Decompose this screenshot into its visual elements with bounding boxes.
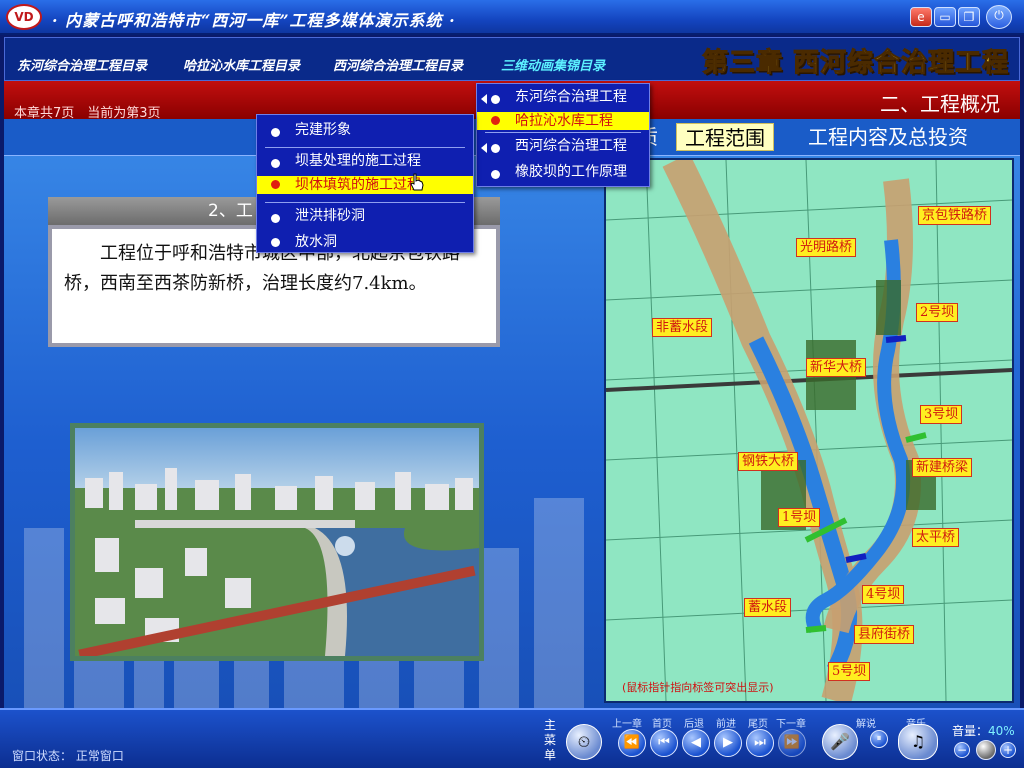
content-area: 质 工程范围 工程内容及总投资 2、工 工程位于呼和浩特市城区中部，北起京包铁路… <box>4 119 1020 708</box>
volume-knob-icon[interactable] <box>976 740 996 760</box>
music-button[interactable]: ♫ <box>898 724 938 760</box>
label-narration: 解说 <box>856 719 876 730</box>
label-last-page: 尾页 <box>748 719 768 730</box>
status-value: 正常窗口 <box>75 749 124 763</box>
window-button[interactable]: ❐ <box>958 7 980 27</box>
label-next-chapter: 下一章 <box>776 719 806 730</box>
map-label-non-storage[interactable]: 非蓄水段 <box>652 318 713 337</box>
nav-halaqin-reservoir[interactable]: 哈拉沁水库工程目录 <box>183 55 300 74</box>
map-label-taiping-bridge[interactable]: 太平桥 <box>912 528 960 547</box>
map-label-dam-1[interactable]: 1号坝 <box>778 508 821 527</box>
bullet-icon <box>271 180 280 189</box>
last-page-button[interactable]: ⏭ <box>746 729 774 757</box>
menu-divider <box>265 147 465 148</box>
label-first-page: 首页 <box>652 719 672 730</box>
bullet-icon <box>491 116 500 125</box>
nav-west-river[interactable]: 西河综合治理工程目录 <box>333 55 463 74</box>
map-label-dam-4[interactable]: 4号坝 <box>862 585 905 604</box>
map-label-storage[interactable]: 蓄水段 <box>744 598 792 617</box>
submenu-item-outlet[interactable]: 放水洞 <box>257 231 473 253</box>
control-bar: 窗口状态： 正常窗口 主菜单 ⏲ 上一章 首页 后退 前进 尾页 下一章 ⏪ ⏮… <box>0 708 1024 768</box>
first-page-button[interactable]: ⏮ <box>650 729 678 757</box>
label-prev-chapter: 上一章 <box>612 719 642 730</box>
bullet-icon <box>271 214 280 223</box>
volume-readout: 音量：40% <box>952 722 1015 739</box>
app-logo: VD <box>6 4 42 30</box>
main-menu-label: 主菜单 <box>544 718 557 762</box>
catalog-nav: 东河综合治理工程目录 哈拉沁水库工程目录 西河综合治理工程目录 三维动画集锦目录… <box>4 37 1020 81</box>
map-label-guangming-bridge[interactable]: 光明路桥 <box>796 238 857 257</box>
menu-divider <box>265 202 465 203</box>
next-chapter-button[interactable]: ⏩ <box>778 729 806 757</box>
window-status: 窗口状态： 正常窗口 <box>12 747 124 764</box>
bullet-icon <box>271 128 280 137</box>
submenu-arrow-icon <box>481 94 487 104</box>
title-bar: VD · 内蒙古呼和浩特市“西河一库”工程多媒体演示系统 · e ▭ ❐ ⏻ <box>0 0 1024 35</box>
bullet-icon <box>491 144 500 153</box>
nav-3d-animation[interactable]: 三维动画集锦目录 <box>501 55 605 74</box>
menu-item-label: 泄洪排砂洞 <box>295 208 365 224</box>
power-button[interactable]: ⏻ <box>986 5 1012 29</box>
tab-content-investment[interactable]: 工程内容及总投资 <box>800 123 976 151</box>
menu-item-label: 坝基处理的施工过程 <box>295 153 421 169</box>
narration-pause-icon[interactable]: ⏸ <box>870 730 888 748</box>
menu-item-rubber-dam[interactable]: 橡胶坝的工作原理 <box>477 161 649 187</box>
submenu-item-dam-filling[interactable]: 坝体填筑的施工过程 <box>257 176 473 194</box>
menu-item-label: 橡胶坝的工作原理 <box>515 164 627 180</box>
map-hint: (鼠标指针指向标签可突出显示) <box>622 681 774 694</box>
narration-mic-button[interactable]: 🎤 <box>822 724 858 760</box>
menu-divider <box>485 132 641 133</box>
submenu-item-completion[interactable]: 完建形象 <box>257 119 473 145</box>
map-label-dam-2[interactable]: 2号坝 <box>916 303 959 322</box>
catalog-dropdown-menu: 东河综合治理工程 哈拉沁水库工程 西河综合治理工程 橡胶坝的工作原理 <box>476 83 650 187</box>
bullet-icon <box>271 159 280 168</box>
bullet-icon <box>271 238 280 247</box>
volume-value: 40% <box>988 724 1015 738</box>
map-label-xinhua-bridge[interactable]: 新华大桥 <box>806 358 867 377</box>
submenu-item-foundation[interactable]: 坝基处理的施工过程 <box>257 150 473 176</box>
app-title: · 内蒙古呼和浩特市“西河一库”工程多媒体演示系统 · <box>52 11 456 30</box>
project-photo <box>70 423 484 661</box>
menu-item-label: 东河综合治理工程 <box>515 89 627 105</box>
submenu-item-spillway[interactable]: 泄洪排砂洞 <box>257 205 473 231</box>
minimize-button[interactable]: ▭ <box>934 7 956 27</box>
menu-item-west-river[interactable]: 西河综合治理工程 <box>477 135 649 161</box>
prev-chapter-button[interactable]: ⏪ <box>618 729 646 757</box>
label-forward: 前进 <box>716 719 736 730</box>
submenu-arrow-icon <box>481 143 487 153</box>
forward-button[interactable]: ▶ <box>714 729 742 757</box>
reservoir-submenu: 完建形象 坝基处理的施工过程 坝体填筑的施工过程 泄洪排砂洞 放水洞 <box>256 114 474 253</box>
bullet-icon <box>491 170 500 179</box>
label-back: 后退 <box>684 719 704 730</box>
bullet-icon <box>491 95 500 104</box>
menu-item-label: 坝体填筑的施工过程 <box>295 177 421 193</box>
map-label-jingbao-bridge[interactable]: 京包铁路桥 <box>918 206 992 225</box>
status-label: 窗口状态： <box>12 749 73 763</box>
chapter-title: 第三章 西河综合治理工程 <box>701 48 1009 79</box>
tab-project-scope[interactable]: 工程范围 <box>676 123 774 151</box>
volume-up-button[interactable]: + <box>1000 742 1016 758</box>
restore-icon[interactable]: e <box>910 7 932 27</box>
back-button[interactable]: ◀ <box>682 729 710 757</box>
volume-down-button[interactable]: − <box>954 742 970 758</box>
menu-item-label: 哈拉沁水库工程 <box>515 113 613 129</box>
map-label-dam-5[interactable]: 5号坝 <box>828 662 871 681</box>
menu-item-label: 放水洞 <box>295 234 337 250</box>
main-menu-button[interactable]: ⏲ <box>566 724 602 760</box>
map-label-new-bridge[interactable]: 新建桥梁 <box>912 458 973 477</box>
project-map: 京包铁路桥 光明路桥 2号坝 非蓄水段 新华大桥 3号坝 钢铁大桥 新建桥梁 1… <box>604 158 1014 703</box>
menu-item-label: 西河综合治理工程 <box>515 138 627 154</box>
hand-cursor-icon <box>410 173 424 191</box>
menu-item-halaqin-reservoir[interactable]: 哈拉沁水库工程 <box>477 112 649 130</box>
menu-item-east-river[interactable]: 东河综合治理工程 <box>477 86 649 112</box>
map-label-steel-bridge[interactable]: 钢铁大桥 <box>738 452 799 471</box>
map-label-xianfu-bridge[interactable]: 县府街桥 <box>854 625 915 644</box>
volume-label: 音量： <box>952 724 989 738</box>
section-title: 二、工程概况 <box>880 92 1000 116</box>
menu-item-label: 完建形象 <box>295 122 351 138</box>
nav-east-river[interactable]: 东河综合治理工程目录 <box>17 55 147 74</box>
map-label-dam-3[interactable]: 3号坝 <box>920 405 963 424</box>
